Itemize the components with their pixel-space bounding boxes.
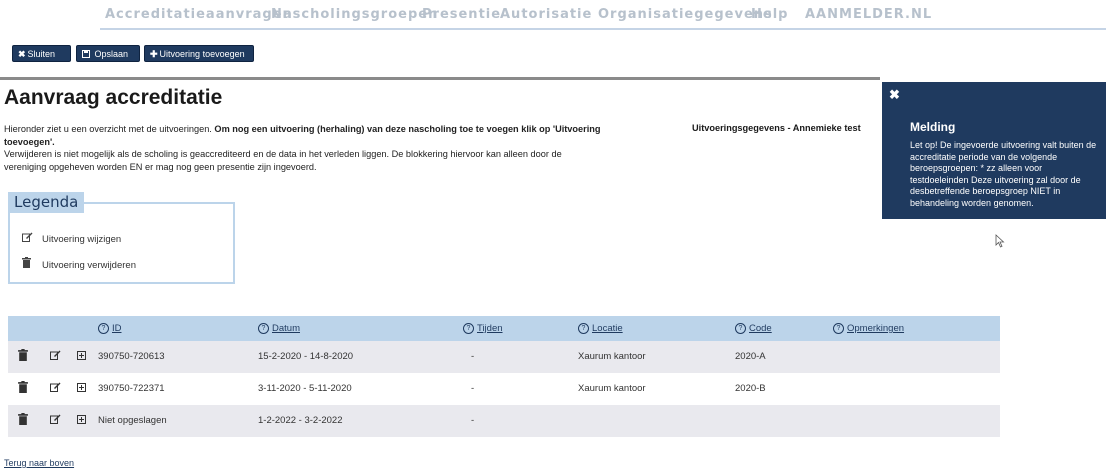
cell-id: 390750-722371: [98, 383, 165, 394]
save-button[interactable]: Opslaan: [76, 45, 140, 62]
cell-datum: 3-11-2020 - 5-11-2020: [258, 383, 352, 394]
edit-icon[interactable]: [50, 413, 61, 427]
expand-icon[interactable]: [77, 381, 86, 395]
plus-icon: ✚: [150, 49, 158, 59]
trash-icon[interactable]: [18, 381, 28, 396]
divider: [0, 77, 880, 80]
cell-locatie: Xaurum kantoor: [578, 351, 646, 362]
execution-details-heading: Uitvoeringsgegevens - Annemieke test: [692, 123, 861, 133]
help-icon: ?: [735, 323, 746, 334]
top-nav: Accreditatieaanvragen Nascholingsgroepen…: [0, 0, 1106, 30]
legend-delete: Uitvoering verwijderen: [22, 257, 136, 271]
table-header: ? ID ? Datum ? Tijden ? Locatie ? Code ? Opmer…: [8, 316, 1000, 341]
cell-locatie: Xaurum kantoor: [578, 383, 646, 394]
trash-icon[interactable]: [18, 413, 28, 428]
nav-item-presentie[interactable]: Presentie: [422, 7, 501, 22]
col-header-opmerkingen[interactable]: ? Opmerkingen: [833, 323, 904, 334]
cell-id: 390750-720613: [98, 351, 165, 362]
nav-item-nascholingsgroepen[interactable]: Nascholingsgroepen: [271, 7, 438, 22]
intro-text: Hieronder ziet u een overzicht met de ui…: [4, 124, 601, 172]
close-button[interactable]: ✖ Sluiten: [12, 45, 71, 62]
cell-datum: 15-2-2020 - 14-8-2020: [258, 351, 354, 362]
page-title: Aanvraag accreditatie: [4, 86, 223, 109]
col-header-code[interactable]: ? Code: [735, 323, 772, 334]
table-row: 390750-720613 15-2-2020 - 14-8-2020 - Xa…: [8, 341, 1000, 373]
nav-item-autorisatie[interactable]: Autorisatie: [500, 7, 592, 22]
table-row: Niet opgeslagen 1-2-2022 - 3-2-2022 -: [8, 405, 1000, 437]
cell-code: 2020-A: [735, 351, 766, 362]
legend-title: Legenda: [8, 192, 85, 213]
back-to-top-link[interactable]: Terug naar boven: [4, 458, 74, 468]
help-icon: ?: [833, 323, 844, 334]
help-icon: ?: [98, 323, 109, 334]
close-icon[interactable]: ✖: [889, 87, 900, 103]
mouse-cursor-icon: [995, 234, 1005, 248]
col-header-locatie[interactable]: ? Locatie: [578, 323, 623, 334]
col-header-datum[interactable]: ? Datum: [258, 323, 300, 334]
cell-tijden: -: [471, 351, 475, 362]
trash-icon[interactable]: [18, 349, 28, 364]
notification-title: Melding: [910, 120, 956, 134]
floppy-icon: [82, 49, 93, 59]
legend-box: Legenda Uitvoering wijzigen Uitvoering v…: [8, 192, 235, 284]
help-icon: ?: [463, 323, 474, 334]
cell-id: Niet opgeslagen: [98, 415, 167, 426]
cell-tijden: -: [471, 415, 475, 426]
cell-code: 2020-B: [735, 383, 766, 394]
cell-tijden: -: [471, 383, 475, 394]
nav-item-help[interactable]: Help: [751, 7, 788, 22]
nav-item-accreditatieaanvragen[interactable]: Accreditatieaanvragen: [105, 7, 293, 22]
cell-datum: 1-2-2022 - 3-2-2022: [258, 415, 343, 426]
close-icon: ✖: [18, 49, 26, 59]
nav-item-organisatiegegevens[interactable]: Organisatiegegevens: [598, 7, 773, 22]
help-icon: ?: [578, 323, 589, 334]
help-icon: ?: [258, 323, 269, 334]
col-header-id[interactable]: ? ID: [98, 323, 122, 334]
legend-edit: Uitvoering wijzigen: [22, 232, 121, 245]
edit-icon[interactable]: [50, 381, 61, 395]
expand-icon[interactable]: [77, 413, 86, 427]
expand-icon[interactable]: [77, 349, 86, 363]
nav-underline: [100, 28, 1106, 30]
trash-icon: [22, 257, 42, 271]
notification-body: Let op! De ingevoerde uitvoering valt bu…: [910, 140, 1097, 208]
table-row: 390750-722371 3-11-2020 - 5-11-2020 - Xa…: [8, 373, 1000, 405]
add-execution-button[interactable]: ✚ Uitvoering toevoegen: [144, 45, 254, 62]
col-header-tijden[interactable]: ? Tijden: [463, 323, 503, 334]
edit-icon[interactable]: [50, 349, 61, 363]
nav-item-aanmelder[interactable]: AANMELDER.NL: [805, 7, 932, 22]
notification-panel: ✖ Melding Let op! De ingevoerde uitvoeri…: [882, 82, 1106, 219]
edit-icon: [22, 232, 42, 245]
